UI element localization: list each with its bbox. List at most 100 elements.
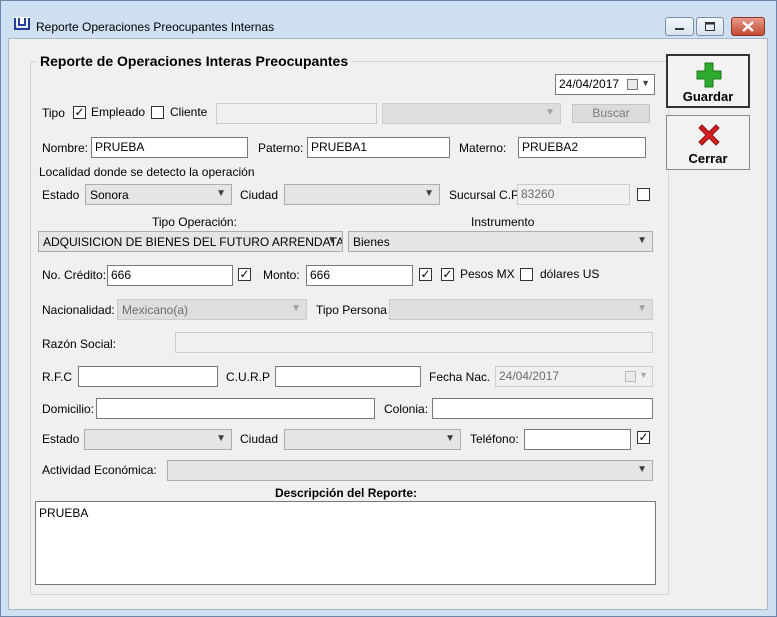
app-window: Reporte Operaciones Preocupantes Interna…	[0, 0, 777, 617]
cerrar-label: Cerrar	[688, 151, 728, 166]
cliente-label: Cliente	[170, 105, 208, 119]
report-date-picker[interactable]: 24/04/2017 ▼	[555, 74, 655, 95]
colonia-input[interactable]	[432, 398, 653, 419]
nacionalidad-label: Nacionalidad:	[42, 303, 115, 317]
estado2-label: Estado	[42, 432, 80, 446]
tipo-persona-select[interactable]: ▼	[389, 299, 653, 320]
calendar-icon	[625, 371, 636, 382]
monto-label: Monto:	[263, 268, 300, 282]
guardar-button[interactable]: Guardar	[666, 54, 750, 108]
instrumento-label: Instrumento	[471, 215, 535, 229]
telefono-checkbox[interactable]: ✓	[637, 431, 650, 444]
maximize-icon	[705, 22, 715, 31]
descripcion-textarea[interactable]: PRUEBA	[35, 501, 656, 585]
nombre-label: Nombre:	[42, 141, 89, 155]
maximize-button[interactable]	[696, 17, 724, 36]
empleado-checkbox[interactable]: ✓	[73, 106, 86, 119]
close-x-icon	[698, 124, 720, 146]
chevron-down-icon: ▼	[637, 303, 647, 314]
sucursal-checkbox[interactable]	[637, 188, 650, 201]
chevron-down-icon: ▼	[327, 235, 337, 246]
credito-input[interactable]: 666	[107, 265, 233, 286]
chevron-down-icon: ▼	[445, 433, 455, 444]
nacionalidad-value: Mexicano(a)	[122, 303, 189, 317]
telefono-label: Teléfono:	[470, 432, 519, 446]
credito-checkbox[interactable]: ✓	[238, 268, 251, 281]
tipo-operacion-select[interactable]: ADQUISICION DE BIENES DEL FUTURO ARRENDA…	[38, 231, 343, 252]
razon-social-label: Razón Social:	[42, 337, 117, 351]
guardar-label: Guardar	[682, 89, 734, 104]
buscar-text-input[interactable]	[216, 103, 377, 124]
estado-label: Estado	[42, 188, 80, 202]
estado-value: Sonora	[90, 188, 129, 202]
fecha-nac-picker[interactable]: 24/04/2017 ▼	[495, 366, 653, 387]
report-date-value: 24/04/2017	[559, 77, 620, 91]
group-title: Reporte de Operaciones Interas Preocupan…	[36, 53, 353, 69]
cliente-checkbox[interactable]	[151, 106, 164, 119]
domicilio-input[interactable]	[96, 398, 375, 419]
chevron-down-icon: ▼	[291, 303, 301, 314]
chevron-down-icon: ▼	[639, 370, 648, 380]
materno-label: Materno:	[459, 141, 507, 155]
sucursal-label: Sucursal C.P	[449, 188, 520, 202]
tipo-label: Tipo	[42, 106, 65, 120]
window-title: Reporte Operaciones Preocupantes Interna…	[36, 20, 275, 34]
estado2-select[interactable]: ▼	[84, 429, 232, 450]
app-icon	[14, 17, 30, 30]
dolares-label: dólares US	[540, 267, 600, 281]
tipo-operacion-label: Tipo Operación:	[152, 215, 237, 229]
pesos-checkbox[interactable]: ✓	[441, 268, 454, 281]
plus-icon	[696, 62, 722, 88]
buscar-combo[interactable]: ▼	[382, 103, 561, 124]
ciudad2-select[interactable]: ▼	[284, 429, 461, 450]
paterno-label: Paterno:	[258, 141, 304, 155]
ciudad-label: Ciudad	[240, 188, 279, 202]
dolares-checkbox[interactable]	[520, 268, 533, 281]
empleado-label: Empleado	[91, 105, 146, 119]
rfc-label: R.F.C	[42, 370, 72, 384]
title-bar[interactable]: Reporte Operaciones Preocupantes Interna…	[1, 1, 776, 38]
minimize-button[interactable]	[665, 17, 694, 36]
ciudad2-label: Ciudad	[240, 432, 279, 446]
instrumento-value: Bienes	[353, 235, 390, 249]
telefono-input[interactable]	[524, 429, 631, 450]
close-button[interactable]	[731, 17, 765, 36]
actividad-select[interactable]: ▼	[167, 460, 653, 481]
monto-checkbox[interactable]: ✓	[419, 268, 432, 281]
nombre-input[interactable]: PRUEBA	[91, 137, 248, 158]
estado-select[interactable]: Sonora ▼	[85, 184, 232, 205]
descripcion-label: Descripción del Reporte:	[275, 486, 418, 500]
sucursal-input[interactable]: 83260	[517, 184, 630, 205]
chevron-down-icon: ▼	[637, 235, 647, 246]
client-area: Reporte de Operaciones Interas Preocupan…	[8, 38, 768, 610]
chevron-down-icon: ▼	[216, 433, 226, 444]
buscar-button[interactable]: Buscar	[572, 104, 650, 123]
tipo-persona-label: Tipo Persona	[316, 303, 387, 317]
curp-input[interactable]	[275, 366, 421, 387]
calendar-icon	[627, 79, 638, 90]
fecha-nac-label: Fecha Nac.	[429, 370, 491, 384]
monto-input[interactable]: 666	[306, 265, 413, 286]
chevron-down-icon: ▼	[545, 107, 555, 118]
paterno-input[interactable]: PRUEBA1	[307, 137, 450, 158]
ciudad-select[interactable]: ▼	[284, 184, 440, 205]
materno-input[interactable]: PRUEBA2	[518, 137, 646, 158]
chevron-down-icon: ▼	[637, 464, 647, 475]
razon-social-input[interactable]	[175, 332, 653, 353]
curp-label: C.U.R.P	[226, 370, 271, 384]
credito-label: No. Crédito:	[42, 268, 107, 282]
domicilio-label: Domicilio:	[42, 402, 95, 416]
cerrar-button[interactable]: Cerrar	[666, 115, 750, 170]
rfc-input[interactable]	[78, 366, 218, 387]
minimize-icon	[675, 28, 684, 30]
close-icon	[742, 21, 754, 32]
chevron-down-icon: ▼	[216, 188, 226, 199]
fecha-nac-value: 24/04/2017	[499, 369, 560, 383]
nacionalidad-select[interactable]: Mexicano(a) ▼	[117, 299, 307, 320]
instrumento-select[interactable]: Bienes ▼	[348, 231, 653, 252]
pesos-label: Pesos MX	[460, 267, 515, 281]
tipo-operacion-value: ADQUISICION DE BIENES DEL FUTURO ARRENDA…	[43, 235, 343, 249]
colonia-label: Colonia:	[384, 402, 429, 416]
localidad-label: Localidad donde se detecto la operación	[39, 165, 255, 179]
chevron-down-icon: ▼	[424, 188, 434, 199]
